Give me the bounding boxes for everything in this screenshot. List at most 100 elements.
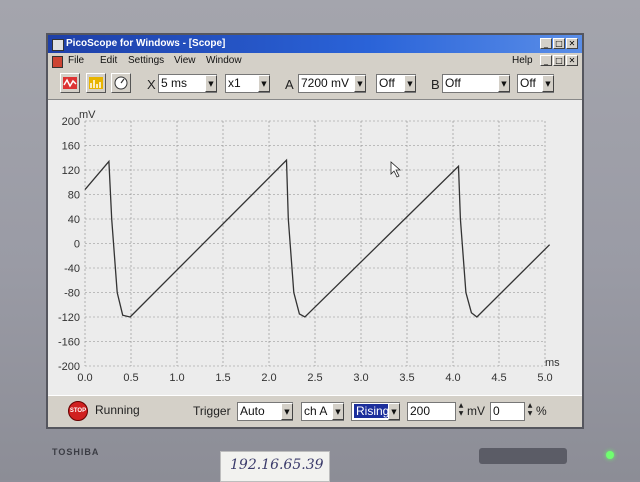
close-icon[interactable]: ✕ — [566, 38, 578, 49]
timebase-value: 5 ms — [161, 76, 188, 90]
monitor-model-badge — [479, 448, 567, 464]
chevron-down-icon[interactable]: ▼ — [354, 75, 366, 92]
app-icon — [52, 39, 64, 51]
menu-edit[interactable]: Edit — [100, 53, 117, 69]
menu-bar: File Edit Settings View Window Help _ □ … — [48, 53, 582, 69]
y-tick-label: -80 — [64, 288, 80, 300]
channel-a-range-select[interactable]: 7200 mV ▼ — [298, 74, 366, 93]
trigger-level-input[interactable]: 200 — [407, 402, 456, 421]
channel-b-coupling-value: Off — [520, 76, 536, 90]
scope-mode-button[interactable] — [60, 73, 80, 93]
channel-b-range-value: Off — [445, 76, 461, 90]
y-tick-label: 200 — [62, 116, 80, 128]
trigger-delay-unit: % — [536, 404, 547, 418]
channel-a-coupling-value: Off — [379, 76, 395, 90]
y-tick-label: 160 — [62, 141, 80, 153]
spectrum-icon — [89, 77, 103, 89]
trigger-delay-input[interactable]: 0 — [490, 402, 525, 421]
waveform-trace — [84, 158, 551, 318]
x-tick-label: 0.5 — [123, 372, 138, 384]
multiplier-select[interactable]: x1 ▼ — [225, 74, 270, 93]
minimize-icon[interactable]: _ — [540, 38, 552, 49]
trigger-level-unit: mV — [467, 404, 485, 418]
trigger-level-value: 200 — [410, 404, 431, 418]
x-tick-label: 3.5 — [399, 372, 414, 384]
chevron-down-icon[interactable]: ▼ — [404, 75, 416, 92]
y-unit-label: mV — [79, 109, 96, 121]
run-status: Running — [95, 403, 140, 417]
y-tick-label: 40 — [68, 214, 80, 226]
scope-chart[interactable]: 0.0 0.5 1.0 1.5 2.0 2.5 3.0 3.5 4.0 4.5 5.0 200 160 1… — [48, 100, 582, 395]
mouse-cursor-icon — [390, 161, 402, 178]
x-axis-label: X — [147, 77, 156, 92]
chevron-down-icon[interactable]: ▼ — [498, 75, 510, 92]
chevron-down-icon[interactable]: ▼ — [332, 403, 344, 420]
trigger-delay-value: 0 — [493, 404, 500, 418]
y-tick-label: -160 — [58, 337, 80, 349]
menu-file[interactable]: File — [68, 53, 84, 69]
sticker-text: 192.16.65.39 — [230, 457, 324, 473]
channel-a-label: A — [285, 77, 294, 92]
doc-minimize-icon[interactable]: _ — [540, 55, 552, 66]
trigger-channel-select[interactable]: ch A ▼ — [301, 402, 344, 421]
x-tick-label: 3.0 — [353, 372, 368, 384]
x-tick-label: 0.0 — [77, 372, 92, 384]
waveform-icon — [63, 77, 77, 89]
window-controls: _ □ ✕ — [540, 38, 578, 49]
menu-window[interactable]: Window — [206, 53, 242, 69]
y-tick-label: -40 — [64, 263, 80, 275]
doc-close-icon[interactable]: ✕ — [566, 55, 578, 66]
x-unit-label: ms — [545, 357, 560, 369]
monitor-brand-logo: TOSHIBA — [52, 447, 100, 457]
y-tick-label: 80 — [68, 190, 80, 202]
meter-icon — [114, 76, 128, 90]
grid — [84, 120, 546, 367]
tick-labels: 0.0 0.5 1.0 1.5 2.0 2.5 3.0 3.5 4.0 4.5 5.0 200 160 1… — [58, 116, 553, 384]
chevron-down-icon[interactable]: ▼ — [281, 403, 293, 420]
x-tick-label: 2.0 — [261, 372, 276, 384]
address-sticker: 192.16.65.39 — [220, 451, 330, 482]
trigger-level-spinner[interactable]: ▲ ▼ — [457, 402, 465, 419]
window-title: PicoScope for Windows - [Scope] — [66, 38, 226, 49]
x-tick-label: 1.0 — [169, 372, 184, 384]
multiplier-value: x1 — [228, 76, 241, 90]
document-icon — [52, 56, 63, 68]
spectrum-mode-button[interactable] — [86, 73, 106, 93]
channel-b-range-select[interactable]: Off ▼ — [442, 74, 510, 93]
maximize-icon[interactable]: □ — [553, 38, 565, 49]
menu-help[interactable]: Help — [512, 53, 533, 69]
y-tick-label: 120 — [62, 165, 80, 177]
trigger-edge-value: Rising — [354, 404, 392, 418]
y-tick-label: -200 — [58, 361, 80, 373]
stop-icon[interactable]: STOP — [68, 401, 88, 421]
chevron-down-icon[interactable]: ▼ — [542, 75, 554, 92]
x-tick-label: 2.5 — [307, 372, 322, 384]
toolbar: X 5 ms ▼ x1 ▼ A 7200 mV ▼ Off ▼ B Off ▼ … — [48, 69, 582, 100]
channel-a-coupling-select[interactable]: Off ▼ — [376, 74, 416, 93]
status-bar: STOP Running Trigger Auto ▼ ch A ▼ Risin… — [48, 395, 582, 427]
channel-b-coupling-select[interactable]: Off ▼ — [517, 74, 554, 93]
chevron-down-icon[interactable]: ▼ — [388, 403, 400, 420]
trigger-mode-select[interactable]: Auto ▼ — [237, 402, 293, 421]
y-tick-label: -120 — [58, 312, 80, 324]
timebase-select[interactable]: 5 ms ▼ — [158, 74, 217, 93]
x-tick-label: 4.0 — [445, 372, 460, 384]
y-tick-label: 0 — [74, 239, 80, 251]
app-window: PicoScope for Windows - [Scope] _ □ ✕ Fi… — [48, 35, 582, 427]
meter-mode-button[interactable] — [111, 73, 131, 93]
title-bar: PicoScope for Windows - [Scope] _ □ ✕ — [48, 35, 582, 53]
menu-view[interactable]: View — [174, 53, 196, 69]
channel-a-range-value: 7200 mV — [301, 76, 350, 90]
doc-restore-icon[interactable]: □ — [553, 55, 565, 66]
chevron-down-icon[interactable]: ▼ — [258, 75, 270, 92]
document-window-controls: _ □ ✕ — [540, 55, 578, 66]
trigger-edge-select[interactable]: Rising ▼ — [351, 402, 400, 421]
scope-plot[interactable]: 0.0 0.5 1.0 1.5 2.0 2.5 3.0 3.5 4.0 4.5 5.0 200 160 1… — [48, 100, 582, 395]
trigger-delay-spinner[interactable]: ▲ ▼ — [526, 402, 534, 419]
x-tick-label: 5.0 — [537, 372, 552, 384]
menu-settings[interactable]: Settings — [128, 53, 164, 69]
power-indicator-icon — [606, 451, 614, 459]
x-tick-label: 1.5 — [215, 372, 230, 384]
channel-b-label: B — [431, 77, 440, 92]
chevron-down-icon[interactable]: ▼ — [205, 75, 217, 92]
